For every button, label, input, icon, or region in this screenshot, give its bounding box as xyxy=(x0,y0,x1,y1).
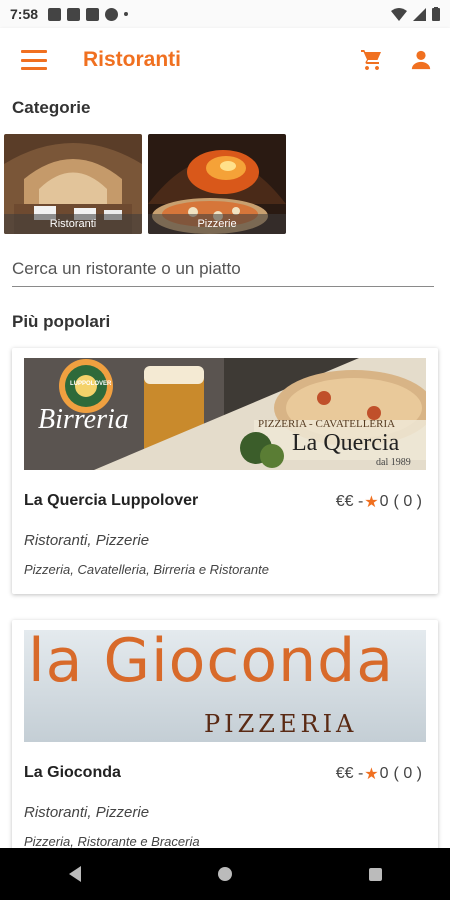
back-icon[interactable] xyxy=(68,866,81,882)
review-count: ( 0 ) xyxy=(393,765,422,782)
category-ristoranti[interactable]: Ristoranti xyxy=(4,134,142,234)
home-icon[interactable] xyxy=(217,867,232,881)
restaurant-description: Pizzeria, Cavatelleria, Birreria e Risto… xyxy=(24,562,269,577)
banner-laquercia-text: La Quercia xyxy=(292,430,400,456)
restaurant-card-la-gioconda[interactable]: la Gioconda PIZZERIA La Gioconda €€ - ★ … xyxy=(12,620,438,848)
rating-value: 0 xyxy=(379,765,389,782)
main-content: Categorie Ristoranti Pizzerie Cerca un r… xyxy=(0,92,450,848)
recent-apps-icon[interactable] xyxy=(368,867,382,881)
page-title: Ristoranti xyxy=(83,48,182,71)
restaurant-meta: €€ - ★ 0 ( 0 ) xyxy=(336,492,422,512)
category-pizzerie[interactable]: Pizzerie xyxy=(148,134,286,234)
banner-since-text: dal 1989 xyxy=(376,457,411,468)
restaurant-banner: la Gioconda PIZZERIA xyxy=(24,630,426,742)
system-icons xyxy=(391,7,440,21)
popular-title: Più popolari xyxy=(12,312,111,331)
status-time: 7:58 xyxy=(10,6,39,22)
menu-icon[interactable] xyxy=(21,50,47,70)
categories-row: Ristoranti Pizzerie xyxy=(4,134,286,234)
category-label: Pizzerie xyxy=(148,214,286,234)
cart-icon[interactable] xyxy=(360,48,384,72)
settings-status-icon xyxy=(48,7,62,21)
system-navigation-bar xyxy=(0,848,450,900)
sync-status-icon xyxy=(105,7,119,21)
banner-gioconda-title: la Gioconda xyxy=(28,630,394,696)
banner-gioconda-subtitle: PIZZERIA xyxy=(204,710,358,738)
app-bar: Ristoranti xyxy=(0,28,450,92)
rating-value: 0 xyxy=(379,493,389,510)
restaurant-meta: €€ - ★ 0 ( 0 ) xyxy=(336,764,422,784)
category-label: Ristoranti xyxy=(4,214,142,234)
categories-title: Categorie xyxy=(12,98,91,117)
more-notifications-icon xyxy=(124,12,129,16)
review-count: ( 0 ) xyxy=(393,493,422,510)
restaurant-categories: Ristoranti, Pizzerie xyxy=(24,532,150,549)
restaurant-card-la-quercia[interactable]: Birreria LUPPOLOVER PIZZERIA - CAVATELLE… xyxy=(12,348,438,594)
battery-icon xyxy=(432,7,440,21)
restaurant-banner: Birreria LUPPOLOVER PIZZERIA - CAVATELLE… xyxy=(24,358,426,470)
restaurant-categories: Ristoranti, Pizzerie xyxy=(24,804,150,821)
status-bar: 7:58 xyxy=(0,0,450,28)
signal-icon xyxy=(413,7,426,21)
search-input[interactable] xyxy=(12,252,434,287)
banner-pizzeria-text: PIZZERIA - CAVATELLERIA xyxy=(258,418,396,430)
banner-birreria-text: Birreria xyxy=(38,404,129,435)
restaurant-name: La Quercia Luppolover xyxy=(24,492,199,509)
square-status-icon xyxy=(86,7,100,21)
star-icon: ★ xyxy=(364,494,379,511)
price-level: €€ - xyxy=(335,493,364,510)
account-icon[interactable] xyxy=(410,49,432,71)
shield-status-icon xyxy=(67,7,81,21)
notification-icons xyxy=(48,7,129,21)
restaurant-name: La Gioconda xyxy=(24,764,121,781)
star-icon: ★ xyxy=(364,766,379,783)
restaurant-description: Pizzeria, Ristorante e Braceria xyxy=(24,834,200,848)
price-level: €€ - xyxy=(335,765,364,782)
banner-brand-text: LUPPOLOVER xyxy=(70,381,112,387)
wifi-icon xyxy=(391,7,407,21)
